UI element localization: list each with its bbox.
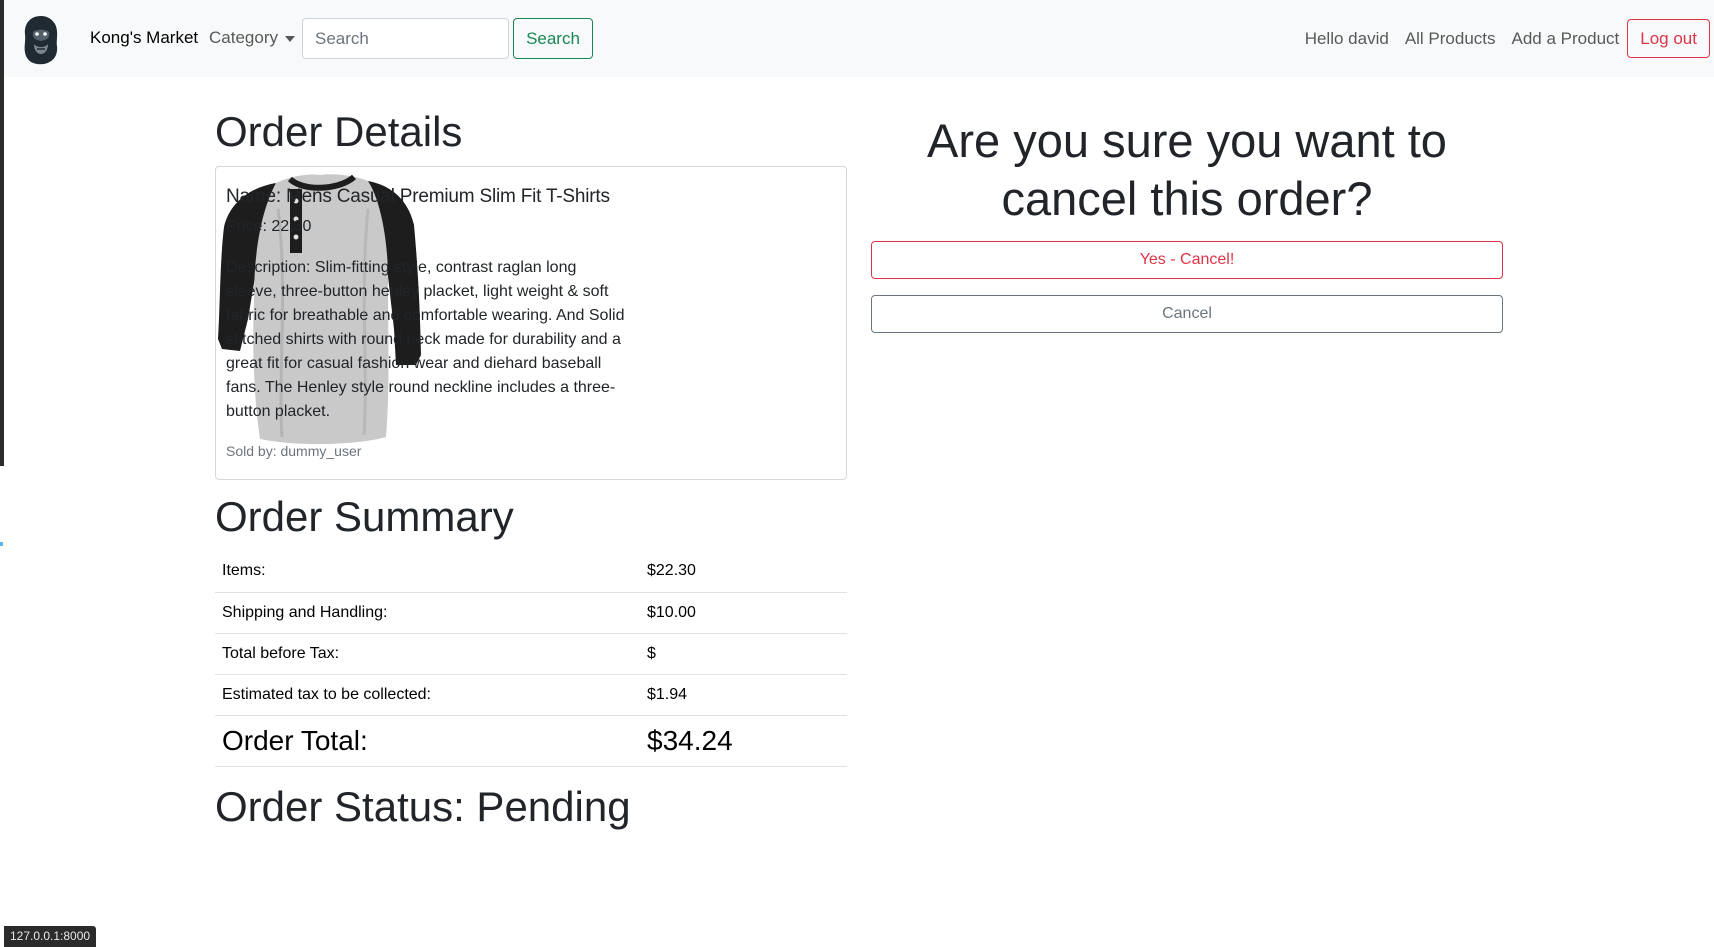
summary-label: Estimated tax to be collected: [215,674,640,716]
chevron-down-icon [284,35,295,42]
product-price: Price: 22.30 [226,218,312,235]
category-dropdown[interactable]: Category [209,28,295,48]
summary-label: Shipping and Handling: [215,592,640,634]
product-description: Description: Slim-fitting style, contras… [226,259,625,420]
order-total-label: Order Total: [215,715,640,767]
user-greeting-link[interactable]: Hello david [1305,29,1389,49]
all-products-link[interactable]: All Products [1405,29,1496,49]
summary-value: $22.30 [640,551,847,593]
summary-row-shipping: Shipping and Handling: $10.00 [215,592,847,634]
summary-value: $ [640,633,847,675]
search-input[interactable] [302,18,509,59]
summary-value: $10.00 [640,592,847,634]
brand-link[interactable]: Kong's Market [90,28,198,48]
order-total-value: $34.24 [640,715,847,767]
order-summary-table: Items: $22.30 Shipping and Handling: $10… [215,551,847,767]
cancel-confirm-title: Are you sure you want to cancel this ord… [927,114,1447,225]
summary-label: Items: [215,551,640,593]
summary-label: Total before Tax: [215,633,640,675]
status-bar-url: 127.0.0.1:8000 [4,926,97,947]
logout-button[interactable]: Log out [1627,19,1710,58]
summary-row-tax: Estimated tax to be collected: $1.94 [215,674,847,716]
gorilla-logo-icon[interactable] [20,14,62,66]
navbar: Kong's Market Category Search Hello davi… [4,0,1714,77]
product-name: Name: Mens Casual Premium Slim Fit T-Shi… [226,186,610,207]
window-edge-accent [0,542,3,546]
order-summary-heading: Order Summary [215,493,514,540]
summary-row-total: Order Total: $34.24 [215,715,847,767]
summary-row-before-tax: Total before Tax: $ [215,633,847,675]
category-label: Category [209,28,278,47]
dismiss-cancel-button[interactable]: Cancel [871,295,1503,333]
confirm-cancel-button[interactable]: Yes - Cancel! [871,241,1503,279]
order-status: Order Status: Pending [215,783,631,830]
summary-row-items: Items: $22.30 [215,551,847,593]
add-product-link[interactable]: Add a Product [1512,29,1620,49]
product-seller: Sold by: dummy_user [226,443,362,459]
navbar-right: Hello david All Products Add a Product L… [1305,0,1714,77]
summary-value: $1.94 [640,674,847,716]
order-details-heading: Order Details [215,108,463,155]
search-button[interactable]: Search [513,18,593,59]
